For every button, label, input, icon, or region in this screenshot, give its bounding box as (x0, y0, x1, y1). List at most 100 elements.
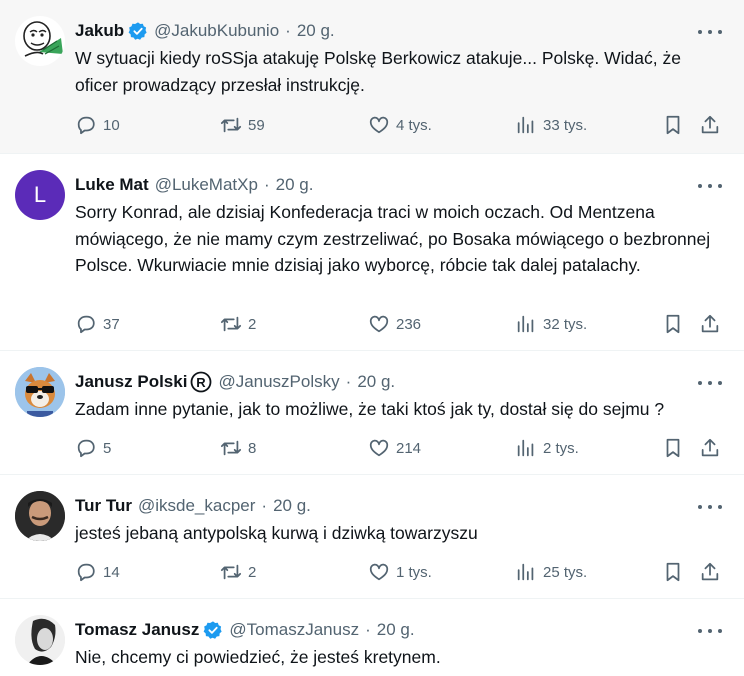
timestamp[interactable]: 20 g. (297, 21, 335, 41)
repost-icon (220, 440, 242, 456)
repost-count: 2 (248, 563, 257, 581)
like-button[interactable]: 236 (368, 311, 421, 337)
timestamp[interactable]: 20 g. (377, 620, 415, 640)
avatar-letter: L (33, 182, 47, 207)
more-icon[interactable] (698, 375, 722, 391)
avatar[interactable] (15, 615, 65, 665)
separator-dot: · (263, 175, 270, 194)
like-count: 4 tys. (396, 116, 432, 134)
avatar[interactable] (15, 16, 65, 66)
share-button[interactable] (699, 311, 721, 337)
more-icon[interactable] (698, 178, 722, 194)
author-handle[interactable]: @JakubKubunio (154, 21, 279, 41)
action-bar: 5 8 214 2 tys. (75, 435, 726, 461)
like-button[interactable]: 4 tys. (368, 112, 432, 138)
tweet[interactable]: L Luke Mat @LukeMatXp · 20 g. Sorry Konr… (0, 154, 744, 351)
more-icon[interactable] (698, 24, 722, 40)
repost-button[interactable]: 59 (220, 112, 265, 138)
reply-icon (77, 116, 95, 135)
tweet-header: Tomasz Janusz @TomaszJanusz · 20 g. (75, 618, 415, 642)
reply-button[interactable]: 10 (75, 112, 120, 138)
tweet-header: Jakub @JakubKubunio · 20 g. (75, 19, 335, 43)
views-button[interactable]: 2 tys. (515, 435, 579, 461)
tweet[interactable]: Janusz Polski R @JanuszPolsky · 20 g. Za… (0, 351, 744, 475)
author-handle[interactable]: @JanuszPolsky (218, 372, 339, 392)
tweet[interactable]: Tur Tur @iksde_kacper · 20 g. jesteś jeb… (0, 475, 744, 599)
author-name[interactable]: Luke Mat (75, 175, 149, 195)
views-button[interactable]: 32 tys. (515, 311, 587, 337)
repost-icon (220, 117, 242, 133)
tweet[interactable]: Tomasz Janusz @TomaszJanusz · 20 g. Nie,… (0, 599, 744, 676)
share-icon (701, 115, 719, 134)
like-button[interactable]: 214 (368, 435, 421, 461)
timestamp[interactable]: 20 g. (273, 496, 311, 516)
share-icon (701, 314, 719, 333)
tweet[interactable]: Jakub @JakubKubunio · 20 g. W sytuacji k… (0, 0, 744, 154)
bookmark-button[interactable] (662, 559, 684, 585)
reply-count: 14 (103, 563, 120, 581)
views-icon (517, 315, 534, 333)
more-icon[interactable] (698, 623, 722, 639)
author-name[interactable]: Tomasz Janusz (75, 620, 199, 640)
timestamp[interactable]: 20 g. (276, 175, 314, 195)
tweet-header: Tur Tur @iksde_kacper · 20 g. (75, 494, 311, 518)
more-icon[interactable] (698, 499, 722, 515)
views-count: 32 tys. (543, 315, 588, 333)
views-icon (517, 116, 534, 134)
separator-dot: · (285, 21, 291, 40)
share-icon (701, 562, 719, 581)
views-button[interactable]: 25 tys. (515, 559, 587, 585)
svg-text:R: R (197, 375, 207, 390)
registered-mark-icon: R (190, 371, 212, 393)
reply-button[interactable]: 14 (75, 559, 120, 585)
avatar-dog-image (15, 367, 65, 417)
tweet-text: jesteś jebaną antypolską kurwą i dziwką … (75, 523, 478, 543)
separator-dot: · (261, 496, 268, 515)
action-bar: 14 2 1 tys. 25 tys. (75, 559, 726, 585)
avatar[interactable] (15, 367, 65, 417)
bookmark-button[interactable] (662, 311, 684, 337)
share-button[interactable] (699, 559, 721, 585)
heart-icon (369, 315, 389, 333)
repost-button[interactable]: 8 (220, 435, 256, 461)
reply-count: 10 (103, 116, 120, 134)
like-count: 1 tys. (396, 563, 432, 581)
reply-count: 37 (103, 315, 120, 333)
author-handle[interactable]: @LukeMatXp (155, 175, 258, 195)
repost-count: 8 (248, 439, 257, 457)
reply-icon (77, 563, 95, 582)
views-count: 25 tys. (543, 563, 588, 581)
timestamp[interactable]: 20 g. (357, 372, 395, 392)
share-button[interactable] (699, 112, 721, 138)
avatar[interactable] (15, 491, 65, 541)
avatar-meme-image (23, 21, 63, 57)
author-name[interactable]: Tur Tur (75, 496, 132, 516)
views-count: 33 tys. (543, 116, 588, 134)
heart-icon (369, 563, 389, 581)
separator-dot: · (345, 372, 352, 391)
reply-button[interactable]: 5 (75, 435, 111, 461)
author-handle[interactable]: @TomaszJanusz (229, 620, 359, 640)
tweet-text: W sytuacji kiedy roSSja atakuję Polskę B… (75, 48, 681, 95)
author-name[interactable]: Jakub (75, 21, 124, 41)
repost-count: 2 (248, 315, 257, 333)
repost-button[interactable]: 2 (220, 559, 256, 585)
action-bar: 37 2 236 32 tys. (75, 311, 726, 337)
bookmark-icon (666, 438, 680, 458)
views-button[interactable]: 33 tys. (515, 112, 587, 138)
avatar-photo-image (15, 615, 65, 665)
author-handle[interactable]: @iksde_kacper (138, 496, 255, 516)
like-button[interactable]: 1 tys. (368, 559, 432, 585)
like-count: 236 (396, 315, 422, 333)
author-name[interactable]: Janusz Polski (75, 372, 187, 392)
separator-dot: · (365, 620, 371, 639)
bookmark-button[interactable] (662, 435, 684, 461)
repost-button[interactable]: 2 (220, 311, 256, 337)
reply-button[interactable]: 37 (75, 311, 120, 337)
tweet-text: Nie, chcemy ci powiedzieć, że jesteś kre… (75, 647, 441, 667)
heart-icon (369, 439, 389, 457)
avatar[interactable]: L (15, 170, 65, 220)
share-button[interactable] (699, 435, 721, 461)
verified-badge-icon (203, 620, 223, 640)
bookmark-button[interactable] (662, 112, 684, 138)
